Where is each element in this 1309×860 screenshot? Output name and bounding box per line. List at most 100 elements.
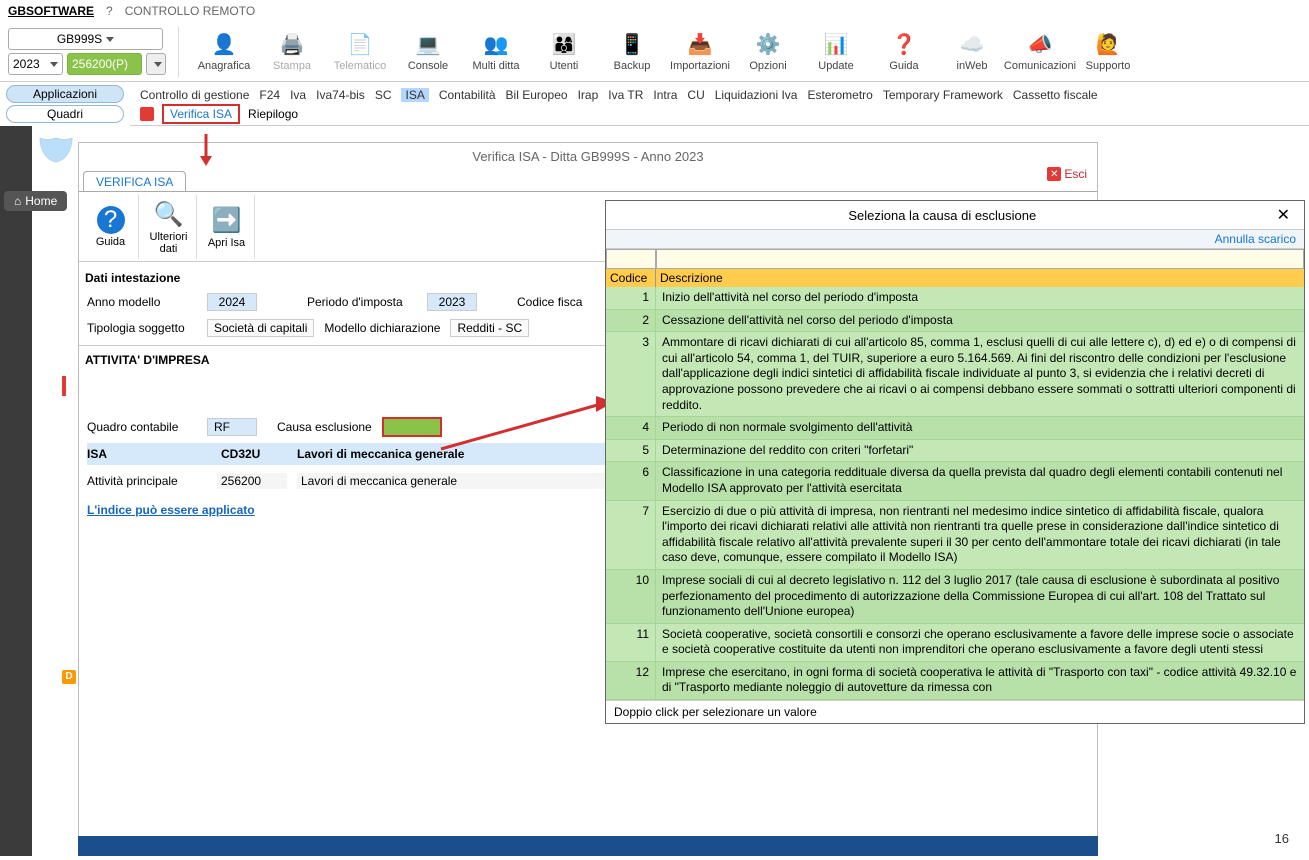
utenti-icon: 👨‍👩‍👦 [551, 31, 577, 57]
applicazioni-button[interactable]: Applicazioni [6, 85, 124, 103]
tab-iva[interactable]: Iva [290, 88, 306, 102]
periodo-value: 2023 [427, 293, 477, 311]
tab-liquidazioni-iva[interactable]: Liquidazioni Iva [715, 88, 798, 102]
page-number: 16 [1275, 831, 1289, 846]
app-name[interactable]: GBSOFTWARE [8, 4, 94, 18]
comunicazioni-icon: 📣 [1027, 31, 1053, 57]
ribbon: GB999S 2023 256200(P) 👤Anagrafica🖨️Stamp… [0, 22, 1309, 82]
causa-row-12[interactable]: 12Imprese che esercitano, in ogni forma … [606, 662, 1304, 700]
anagrafica-button[interactable]: 👤Anagrafica [191, 24, 257, 80]
tab-cassetto-fiscale[interactable]: Cassetto fiscale [1013, 88, 1098, 102]
col-descrizione[interactable]: Descrizione [656, 269, 1304, 287]
anno-modello-value: 2024 [207, 293, 257, 311]
red-indicator [62, 376, 66, 396]
filter-desc-input[interactable] [656, 249, 1304, 269]
top-menu: GBSOFTWARE ? CONTROLLO REMOTO [0, 0, 1309, 22]
arrow-right-annotation [436, 394, 616, 454]
home-button[interactable]: ⌂ Home [4, 191, 67, 211]
codice-fisc-label: Codice fisca [517, 295, 582, 309]
esci-button[interactable]: ✕ Esci [1047, 167, 1087, 181]
comunicazioni-button[interactable]: 📣Comunicazioni [1007, 24, 1073, 80]
pdf-icon[interactable] [140, 107, 154, 121]
company-combo[interactable]: GB999S [8, 28, 163, 50]
console-icon: 💻 [415, 31, 441, 57]
orange-tag: D [62, 670, 76, 684]
code-combo[interactable]: 256200(P) [67, 53, 142, 75]
indice-link[interactable]: L'indice può essere applicato [87, 503, 255, 517]
modal-footer: Doppio click per selezionare un valore [606, 700, 1304, 723]
modello-dich-value: Redditi - SC [450, 319, 529, 337]
causa-row-10[interactable]: 10Imprese sociali di cui al decreto legi… [606, 570, 1304, 624]
remote-menu[interactable]: CONTROLLO REMOTO [125, 4, 255, 18]
anno-modello-label: Anno modello [87, 295, 197, 309]
supporto-button[interactable]: 🙋Supporto [1075, 24, 1141, 80]
causa-esclusione-field[interactable] [382, 417, 442, 437]
riepilogo-subtab[interactable]: Riepilogo [248, 107, 298, 121]
tab-cu[interactable]: CU [687, 88, 704, 102]
tab-irap[interactable]: Irap [578, 88, 599, 102]
causa-esclusione-modal: Seleziona la causa di esclusione ✕ Annul… [605, 200, 1305, 724]
tab-sc[interactable]: SC [375, 88, 392, 102]
tab-f24[interactable]: F24 [259, 88, 280, 102]
utenti-button[interactable]: 👨‍👩‍👦Utenti [531, 24, 597, 80]
opzioni-button[interactable]: ⚙️Opzioni [735, 24, 801, 80]
guida-tool[interactable]: ?Guida [83, 195, 139, 259]
causa-row-2[interactable]: 2Cessazione dell'attività nel corso del … [606, 310, 1304, 333]
anagrafica-icon: 👤 [211, 31, 237, 57]
year-combo[interactable]: 2023 [8, 53, 63, 75]
tipologia-value: Società di capitali [207, 319, 314, 337]
update-button[interactable]: 📊Update [803, 24, 869, 80]
ulteriori-dati-tool[interactable]: 🔍Ulteriori dati [141, 195, 197, 259]
tab-iva-tr[interactable]: Iva TR [608, 88, 643, 102]
tab-esterometro[interactable]: Esterometro [807, 88, 872, 102]
update-icon: 📊 [823, 31, 849, 57]
guida-button[interactable]: ❓Guida [871, 24, 937, 80]
tab-contabilità[interactable]: Contabilità [439, 88, 496, 102]
apri-isa-tool[interactable]: ➡️Apri Isa [199, 195, 255, 259]
isa-code: CD32U [217, 446, 287, 462]
inweb-button[interactable]: ☁️inWeb [939, 24, 1005, 80]
causa-row-7[interactable]: 7Esercizio di due o più attività di impr… [606, 501, 1304, 570]
filter-code-input[interactable] [606, 249, 656, 269]
console-button[interactable]: 💻Console [395, 24, 461, 80]
causa-row-4[interactable]: 4Periodo di non normale svolgimento dell… [606, 417, 1304, 440]
tab-controllo-di-gestione[interactable]: Controllo di gestione [140, 88, 249, 102]
causa-label: Causa esclusione [277, 420, 372, 434]
causa-row-1[interactable]: 1Inizio dell'attività nel corso del peri… [606, 287, 1304, 310]
dati-intestazione-label: Dati intestazione [85, 271, 180, 285]
main-tabs: Controllo di gestione F24 Iva Iva74-bis SC IS… [130, 82, 1309, 102]
causa-row-3[interactable]: 3Ammontare di ricavi dichiarati di cui a… [606, 332, 1304, 417]
tab-isa[interactable]: ISA [401, 88, 428, 102]
quadri-button[interactable]: Quadri [6, 105, 124, 123]
multi-ditta-icon: 👥 [483, 31, 509, 57]
modal-close-button[interactable]: ✕ [1271, 205, 1296, 225]
stampa-icon: 🖨️ [279, 31, 305, 57]
isa-label: ISA [87, 447, 207, 461]
causa-row-5[interactable]: 5Determinazione del reddito con criteri … [606, 440, 1304, 463]
inweb-icon: ☁️ [959, 31, 985, 57]
modello-dich-label: Modello dichiarazione [324, 321, 440, 335]
att-principale-desc: Lavori di meccanica generale [297, 473, 607, 489]
guida-icon: ❓ [891, 31, 917, 57]
go-button[interactable] [146, 53, 166, 75]
tab-bil-europeo[interactable]: Bil Europeo [506, 88, 568, 102]
importazioni-button[interactable]: 📥Importazioni [667, 24, 733, 80]
verifica-isa-subtab[interactable]: Verifica ISA [162, 104, 240, 124]
tab-iva74-bis[interactable]: Iva74-bis [316, 88, 365, 102]
verifica-isa-tab[interactable]: VERIFICA ISA [83, 171, 186, 192]
home-icon: ⌂ [14, 194, 21, 208]
left-rail [0, 126, 32, 856]
multi-ditta-button[interactable]: 👥Multi ditta [463, 24, 529, 80]
causa-row-6[interactable]: 6Classificazione in una categoria reddit… [606, 462, 1304, 500]
annulla-scarico-button[interactable]: Annulla scarico [606, 230, 1304, 249]
stampa-button[interactable]: 🖨️Stampa [259, 24, 325, 80]
telematico-button[interactable]: 📄Telematico [327, 24, 393, 80]
guida-icon: ? [97, 206, 125, 234]
help-menu[interactable]: ? [106, 4, 113, 18]
causa-row-11[interactable]: 11Società cooperative, società consortil… [606, 624, 1304, 662]
col-codice[interactable]: Codice [606, 269, 656, 287]
supporto-icon: 🙋 [1095, 31, 1121, 57]
backup-button[interactable]: 📱Backup [599, 24, 665, 80]
tab-temporary-framework[interactable]: Temporary Framework [883, 88, 1003, 102]
tab-intra[interactable]: Intra [653, 88, 677, 102]
